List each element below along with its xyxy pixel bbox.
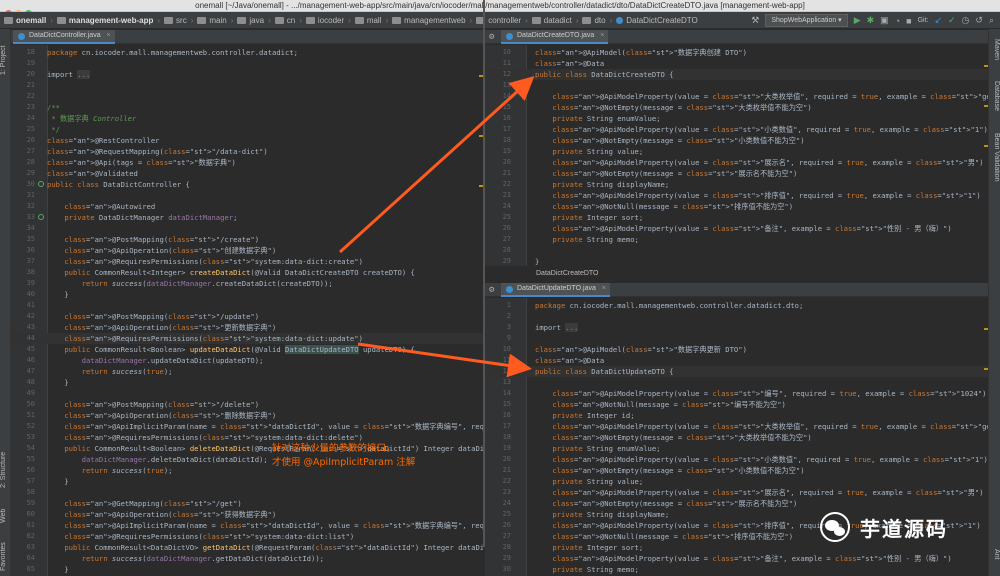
annotation-arrows — [338, 75, 535, 378]
annotation-note: 针对这种少量的参数的接口， 才使用 @ApiImplicitParam 注解 — [272, 443, 416, 468]
watermark: 芋道源码 — [820, 512, 948, 542]
arrow-to-create-dto — [338, 75, 535, 254]
arrow-to-update-dto — [357, 342, 532, 378]
wechat-icon — [820, 512, 850, 542]
watermark-text: 芋道源码 — [860, 516, 948, 541]
